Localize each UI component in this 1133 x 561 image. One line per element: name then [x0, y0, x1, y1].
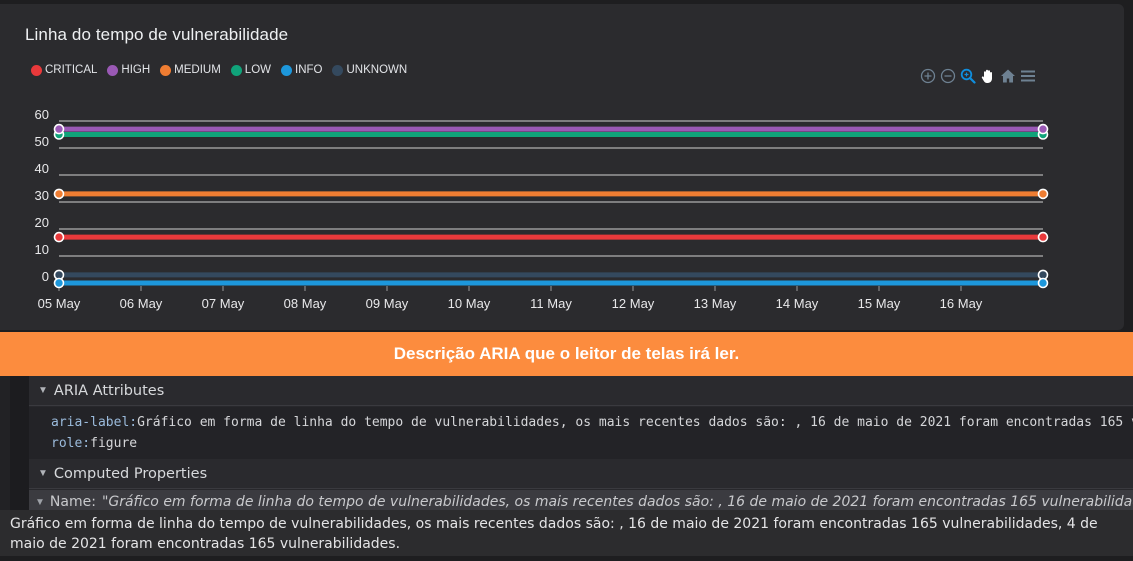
- attr-value: figure: [90, 436, 138, 451]
- legend-label: HIGH: [121, 64, 151, 76]
- legend-marker-icon: [107, 64, 119, 76]
- data-point-medium: [53, 188, 65, 200]
- zoom-out-button[interactable]: [939, 67, 956, 84]
- x-tick-label: 11 May: [530, 296, 572, 311]
- aria-attributes-header[interactable]: ▼ ARIA Attributes: [29, 376, 1133, 406]
- menu-icon: [1020, 70, 1035, 81]
- chart-legend: CRITICAL HIGH MEDIUM LOW INFO UNKNOWN: [31, 64, 417, 76]
- legend-marker-icon: [230, 64, 242, 76]
- legend-item-low[interactable]: LOW: [230, 64, 271, 76]
- zoom-in-button[interactable]: [919, 67, 936, 84]
- legend-marker-icon: [332, 64, 344, 76]
- legend-item-critical[interactable]: CRITICAL: [31, 64, 97, 76]
- data-point-medium: [1037, 188, 1049, 200]
- timeline-chart[interactable]: 0 10 20 30 40 50 60 05 May 06 May 07 May 08 May 09 …: [0, 4, 1124, 330]
- attr-key: aria-label:: [51, 415, 138, 430]
- data-point-high: [53, 123, 65, 135]
- legend-item-info[interactable]: INFO: [281, 64, 322, 76]
- attr-key: role:: [51, 436, 91, 451]
- aria-description-banner: Descrição ARIA que o leitor de telas irá…: [0, 332, 1133, 376]
- legend-marker-icon: [160, 64, 172, 76]
- y-tick-label: 0: [42, 269, 49, 284]
- data-point-critical: [53, 231, 65, 243]
- y-tick-label: 60: [35, 107, 49, 122]
- x-tick-label: 05 May: [38, 296, 81, 311]
- legend-label: MEDIUM: [174, 64, 221, 76]
- x-tick-label: 10 May: [448, 296, 491, 311]
- role-row[interactable]: role:figure: [51, 433, 1133, 454]
- x-tick-label: 07 May: [202, 296, 245, 311]
- data-point-critical: [1037, 231, 1049, 243]
- expand-triangle-icon: ▼: [38, 385, 48, 396]
- legend-marker-icon: [281, 64, 292, 76]
- selection-zoom-icon: [960, 68, 976, 84]
- legend-label: LOW: [244, 64, 271, 76]
- legend-label: INFO: [295, 64, 323, 76]
- y-tick-label: 40: [35, 161, 49, 176]
- attr-value: Gráfico em forma de linha do tempo de vu…: [137, 415, 1133, 430]
- chart-toolbar: [919, 67, 1039, 84]
- pan-button[interactable]: [979, 67, 996, 84]
- name-key: Name:: [49, 494, 96, 510]
- aria-label-row[interactable]: aria-label:Gráfico em forma de linha do …: [51, 412, 1133, 433]
- reset-zoom-button[interactable]: [999, 67, 1016, 84]
- legend-item-high[interactable]: HIGH: [107, 64, 150, 76]
- x-tick-label: 09 May: [366, 296, 409, 311]
- chart-title: Linha do tempo de vulnerabilidade: [25, 25, 289, 44]
- x-tick-label: 14 May: [776, 296, 819, 311]
- y-tick-label: 50: [35, 134, 49, 149]
- expand-triangle-icon: ▼: [38, 468, 48, 479]
- name-tooltip: Gráfico em forma de linha do tempo de vu…: [0, 510, 1133, 556]
- zoom-in-icon: [920, 68, 935, 83]
- section-title: ARIA Attributes: [53, 382, 165, 399]
- section-title: Computed Properties: [53, 465, 208, 482]
- expand-triangle-icon: ▼: [35, 496, 45, 508]
- banner-text: Descrição ARIA que o leitor de telas irá…: [393, 344, 740, 363]
- legend-label: UNKNOWN: [346, 64, 408, 76]
- aria-attribute-list: aria-label:Gráfico em forma de linha do …: [29, 407, 1133, 459]
- y-tick-label: 20: [35, 215, 49, 230]
- zoom-out-icon: [940, 68, 955, 83]
- panel-bottom: [0, 556, 1133, 561]
- chart-card: 0 10 20 30 40 50 60 05 May 06 May 07 May 08 May 09 …: [0, 4, 1124, 330]
- reset-home-icon: [1000, 69, 1015, 82]
- x-tick-label: 15 May: [858, 296, 901, 311]
- x-tick-label: 12 May: [612, 296, 655, 311]
- legend-label: CRITICAL: [45, 64, 98, 76]
- x-tick-label: 16 May: [940, 296, 983, 311]
- data-point-info: [1037, 277, 1049, 289]
- data-point-info: [53, 277, 65, 289]
- y-tick-label: 10: [35, 242, 49, 257]
- pan-icon: [981, 69, 992, 83]
- legend-item-unknown[interactable]: UNKNOWN: [332, 64, 407, 76]
- computed-properties-header[interactable]: ▼ Computed Properties: [29, 459, 1133, 489]
- chart-menu-button[interactable]: [1019, 67, 1036, 84]
- selection-zoom-button[interactable]: [959, 67, 976, 84]
- x-tick-label: 06 May: [120, 296, 163, 311]
- x-tick-label: 08 May: [284, 296, 327, 311]
- legend-item-medium[interactable]: MEDIUM: [160, 64, 221, 76]
- y-tick-label: 30: [35, 188, 49, 203]
- x-tick-label: 13 May: [694, 296, 737, 311]
- name-value: "Gráfico em forma de linha do tempo de v…: [101, 494, 1133, 510]
- data-point-high: [1037, 123, 1049, 135]
- legend-marker-icon: [31, 64, 42, 76]
